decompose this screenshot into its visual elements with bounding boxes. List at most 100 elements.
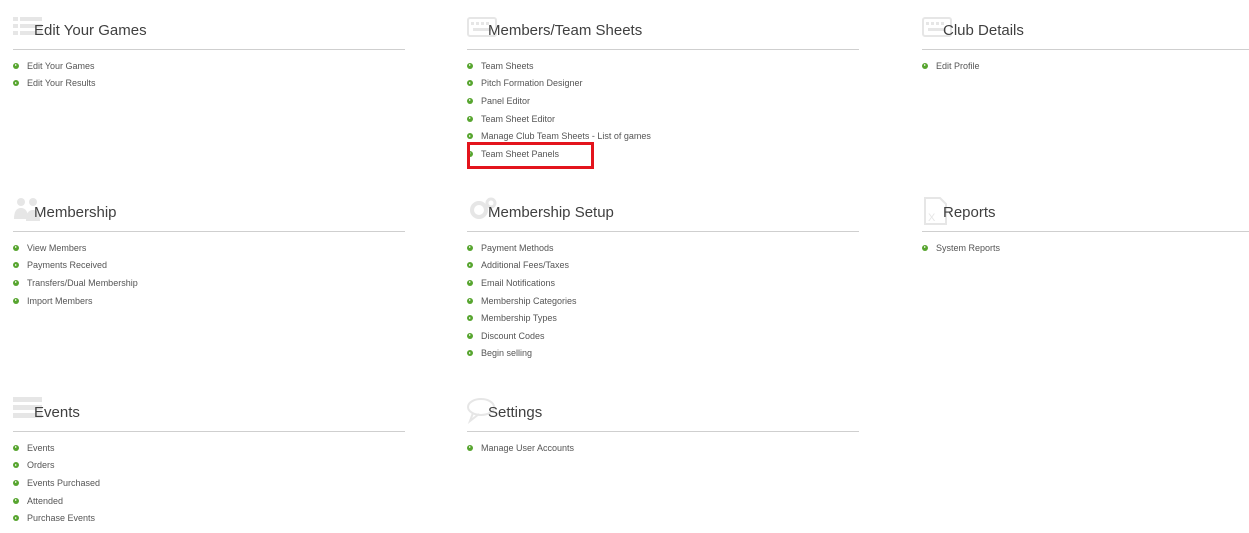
link-events-purchased[interactable]: Events Purchased (27, 478, 100, 488)
link-discount-codes[interactable]: Discount Codes (481, 331, 545, 341)
link-orders[interactable]: Orders (27, 460, 55, 470)
list-item[interactable]: Panel Editor (467, 92, 859, 110)
list-item[interactable]: Additional Fees/Taxes (467, 257, 859, 275)
list-item[interactable]: Orders (13, 457, 405, 475)
link-pitch-formation-designer[interactable]: Pitch Formation Designer (481, 78, 583, 88)
link-team-sheet-editor[interactable]: Team Sheet Editor (481, 114, 555, 124)
list-item[interactable]: Membership Types (467, 309, 859, 327)
arrow-circle-icon (467, 133, 473, 140)
svg-text:X: X (928, 212, 936, 224)
list-item[interactable]: Import Members (13, 292, 405, 310)
list-item[interactable]: Manage User Accounts (467, 439, 859, 457)
panel-header: Membership Setup (467, 197, 859, 232)
panel-membership: Membership View Members Payments Receive… (13, 197, 405, 309)
link-membership-categories[interactable]: Membership Categories (481, 296, 577, 306)
list-item[interactable]: Email Notifications (467, 274, 859, 292)
arrow-circle-icon (467, 350, 473, 357)
link-email-notifications[interactable]: Email Notifications (481, 278, 555, 288)
list-item[interactable]: View Members (13, 239, 405, 257)
list-item[interactable]: Payments Received (13, 257, 405, 275)
link-import-members[interactable]: Import Members (27, 296, 93, 306)
panel-header: Events (13, 397, 405, 432)
link-edit-your-results[interactable]: Edit Your Results (27, 78, 96, 88)
list-item[interactable]: Events (13, 439, 405, 457)
list-item[interactable]: Pitch Formation Designer (467, 75, 859, 93)
panel-header: Edit Your Games (13, 15, 405, 50)
link-list: Edit Your Games Edit Your Results (13, 57, 405, 92)
arrow-circle-icon (467, 80, 473, 87)
arrow-circle-icon (467, 115, 473, 122)
list-item[interactable]: Edit Profile (922, 57, 1249, 75)
panel-header: Membership (13, 197, 405, 232)
link-list: View Members Payments Received Transfers… (13, 239, 405, 309)
panel-settings: Settings Manage User Accounts (467, 397, 859, 457)
panel-header: X Reports (922, 197, 1249, 232)
list-item[interactable]: Begin selling (467, 345, 859, 363)
panel-edit-your-games: Edit Your Games Edit Your Games Edit You… (13, 15, 405, 92)
list-item[interactable]: Edit Your Games (13, 57, 405, 75)
list-item[interactable]: Membership Categories (467, 292, 859, 310)
list-item[interactable]: Payment Methods (467, 239, 859, 257)
link-begin-selling[interactable]: Begin selling (481, 348, 532, 358)
arrow-circle-icon (467, 444, 473, 451)
arrow-circle-icon (13, 262, 19, 269)
link-edit-your-games[interactable]: Edit Your Games (27, 61, 95, 71)
panel-header: Members/Team Sheets (467, 15, 859, 50)
list-item[interactable]: Purchase Events (13, 509, 405, 527)
panel-header: Club Details (922, 15, 1249, 50)
list-item[interactable]: Transfers/Dual Membership (13, 274, 405, 292)
link-additional-fees-taxes[interactable]: Additional Fees/Taxes (481, 260, 569, 270)
panel-title: Events (34, 404, 80, 421)
list-item[interactable]: Events Purchased (13, 474, 405, 492)
link-view-members[interactable]: View Members (27, 243, 86, 253)
panel-title: Reports (943, 204, 996, 221)
link-panel-editor[interactable]: Panel Editor (481, 96, 530, 106)
arrow-circle-icon (467, 297, 473, 304)
arrow-circle-icon (13, 279, 19, 286)
panel-members-team-sheets: Members/Team Sheets Team Sheets Pitch Fo… (467, 15, 859, 163)
link-attended[interactable]: Attended (27, 496, 63, 506)
arrow-circle-icon (922, 62, 928, 69)
link-manage-user-accounts[interactable]: Manage User Accounts (481, 443, 574, 453)
link-system-reports[interactable]: System Reports (936, 243, 1000, 253)
highlight-box (467, 142, 594, 169)
link-membership-types[interactable]: Membership Types (481, 313, 557, 323)
arrow-circle-icon (467, 315, 473, 322)
arrow-circle-icon (467, 332, 473, 339)
arrow-circle-icon (13, 479, 19, 486)
link-edit-profile[interactable]: Edit Profile (936, 61, 980, 71)
list-item[interactable]: Discount Codes (467, 327, 859, 345)
list-item[interactable]: Team Sheets (467, 57, 859, 75)
arrow-circle-icon (13, 497, 19, 504)
link-purchase-events[interactable]: Purchase Events (27, 513, 95, 523)
arrow-circle-icon (467, 244, 473, 251)
link-list: System Reports (922, 239, 1249, 257)
link-transfers-dual-membership[interactable]: Transfers/Dual Membership (27, 278, 138, 288)
arrow-circle-icon (13, 297, 19, 304)
arrow-circle-icon (922, 244, 928, 251)
arrow-circle-icon (13, 62, 19, 69)
list-item[interactable]: Team Sheet Editor (467, 110, 859, 128)
list-item[interactable]: Attended (13, 492, 405, 510)
arrow-circle-icon (467, 279, 473, 286)
panel-club-details: Club Details Edit Profile (922, 15, 1249, 75)
panel-title: Membership Setup (488, 204, 614, 221)
link-payment-methods[interactable]: Payment Methods (481, 243, 554, 253)
link-payments-received[interactable]: Payments Received (27, 260, 107, 270)
panel-title: Settings (488, 404, 543, 421)
arrow-circle-icon (13, 244, 19, 251)
list-item[interactable]: Edit Your Results (13, 75, 405, 93)
link-list: Manage User Accounts (467, 439, 859, 457)
link-manage-club-team-sheets[interactable]: Manage Club Team Sheets - List of games (481, 131, 651, 141)
link-list: Events Orders Events Purchased Attended … (13, 439, 405, 527)
panel-title: Club Details (943, 22, 1024, 39)
panel-title: Membership (34, 204, 117, 221)
link-team-sheets[interactable]: Team Sheets (481, 61, 534, 71)
link-events[interactable]: Events (27, 443, 55, 453)
link-list: Edit Profile (922, 57, 1249, 75)
list-item[interactable]: System Reports (922, 239, 1249, 257)
panel-reports: X Reports System Reports (922, 197, 1249, 257)
panel-title: Edit Your Games (34, 22, 147, 39)
arrow-circle-icon (467, 62, 473, 69)
link-list: Payment Methods Additional Fees/Taxes Em… (467, 239, 859, 362)
